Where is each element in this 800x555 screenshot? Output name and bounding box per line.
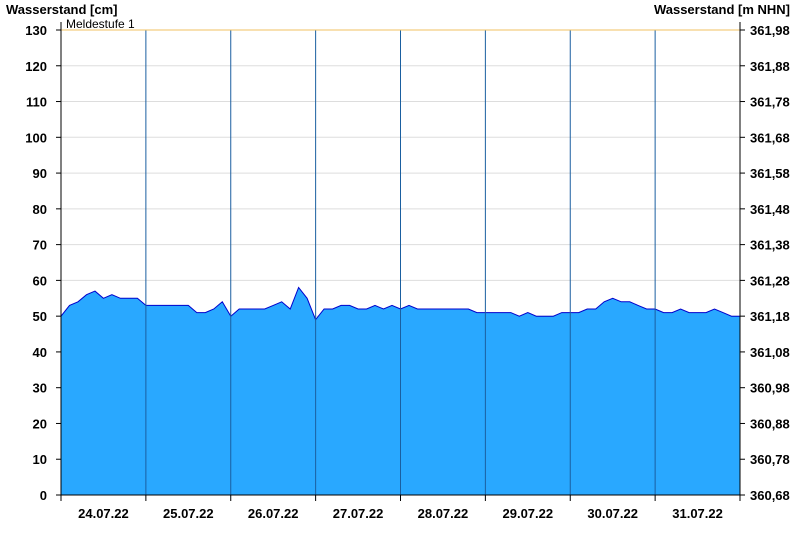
x-ticks: 24.07.22 25.07.22 26.07.22 27.07.22 28.07.22… (78, 506, 723, 521)
y-tick-label-left: 100 (25, 130, 47, 145)
y-tick-label-right: 361,98 (750, 23, 790, 38)
y-tick-label-left: 120 (25, 59, 47, 74)
y-axis-title-right: Wasserstand [m NHN] (654, 2, 790, 17)
y-tick-label-left: 20 (33, 416, 47, 431)
water-level-chart: Wasserstand [cm] Wasserstand [m NHN] Mel… (6, 2, 790, 521)
y-tick-label-right: 360,68 (750, 488, 790, 503)
x-tick-label: 28.07.22 (418, 506, 469, 521)
y-tick-label-left: 0 (40, 488, 47, 503)
chart-area: Wasserstand [cm] Wasserstand [m NHN] Mel… (0, 0, 800, 550)
x-tick-label: 30.07.22 (587, 506, 638, 521)
y-tick-label-right: 360,98 (750, 381, 790, 396)
y-tick-label-right: 361,58 (750, 166, 790, 181)
x-tick-label: 25.07.22 (163, 506, 214, 521)
x-tick-label: 29.07.22 (503, 506, 554, 521)
y-tick-label-left: 110 (26, 95, 47, 110)
y-axis-title-left: Wasserstand [cm] (6, 2, 118, 17)
x-tick-label: 31.07.22 (672, 506, 723, 521)
y-tick-label-left: 10 (33, 452, 47, 467)
threshold-label: Meldestufe 1 (66, 17, 135, 31)
y-tick-label-right: 361,18 (750, 309, 790, 324)
y-tick-label-left: 60 (33, 273, 47, 288)
y-ticks-left: 0 10 20 30 40 50 60 70 80 90 100 110 120 130 (25, 23, 47, 503)
x-tick-label: 24.07.22 (78, 506, 129, 521)
y-tick-label-right: 361,28 (750, 273, 790, 288)
y-tick-label-right: 361,68 (750, 130, 790, 145)
y-tick-label-left: 130 (25, 23, 47, 38)
y-tick-label-right: 361,08 (750, 345, 790, 360)
y-tick-label-right: 361,38 (750, 238, 790, 253)
y-ticks-right: 360,68 360,78 360,88 360,98 361,08 361,18 361,… (750, 23, 790, 503)
y-tick-label-left: 40 (33, 345, 47, 360)
y-tick-label-left: 70 (33, 238, 47, 253)
y-tick-label-right: 361,78 (750, 95, 790, 110)
y-tick-label-left: 90 (33, 166, 47, 181)
y-tick-label-right: 361,48 (750, 202, 790, 217)
threshold-meldestufe-1: Meldestufe 1 (61, 17, 740, 31)
x-tick-label: 27.07.22 (333, 506, 384, 521)
y-tick-label-left: 30 (33, 381, 47, 396)
y-tick-label-right: 360,78 (750, 452, 790, 467)
x-tick-label: 26.07.22 (248, 506, 299, 521)
y-tick-label-right: 361,88 (750, 59, 790, 74)
y-tick-label-left: 80 (33, 202, 47, 217)
y-tick-label-left: 50 (33, 309, 47, 324)
y-tick-label-right: 360,88 (750, 416, 790, 431)
